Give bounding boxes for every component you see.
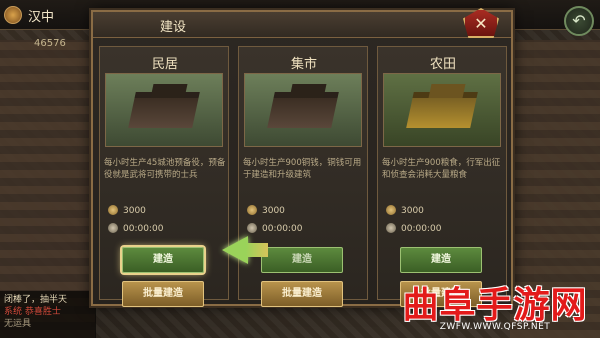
chat-line-system: 系统 恭喜胜士 (4, 307, 61, 317)
time-value: 00:00:00 (262, 224, 303, 234)
card-residence: 民居 每小时生产45城池预备役，预备役就是武将可携带的士兵 3000 00:00… (99, 46, 229, 307)
dialog-header: 建设 (93, 12, 511, 38)
coin-icon (108, 205, 118, 215)
card-farmland: 农田 每小时生产900粮食，行军出征和侦查会消耗大量粮食 3000 00:00:… (377, 46, 507, 307)
farmland-image (383, 73, 501, 147)
time-row: 00:00:00 (386, 223, 441, 234)
card-description: 每小时生产900粮食，行军出征和侦查会消耗大量粮食 (382, 158, 501, 180)
building-cards: 民居 每小时生产45城池预备役，预备役就是武将可携带的士兵 3000 00:00… (99, 46, 507, 307)
chat-panel[interactable]: 闭棒了，抽半天 系统 恭喜胜士 无运具 (0, 291, 96, 338)
city-icon[interactable] (4, 6, 22, 24)
chat-line: 闭棒了，抽半天 (4, 295, 68, 305)
card-description: 每小时生产45城池预备役，预备役就是武将可携带的士兵 (104, 158, 226, 180)
market-image (244, 73, 362, 147)
cost-value: 3000 (401, 206, 424, 216)
watermark-url: ZWFW.WWW.QFSP.NET (439, 322, 551, 332)
coin-icon (247, 205, 257, 215)
batch-build-button[interactable]: 批量建造 (122, 281, 204, 307)
card-title: 民居 (151, 57, 178, 72)
roof-shape (150, 84, 188, 98)
time-value: 00:00:00 (401, 224, 442, 234)
build-button[interactable]: 建造 (400, 247, 482, 273)
chat-line: 无运具 (4, 319, 32, 329)
clock-icon (247, 223, 257, 233)
coin-icon (386, 205, 396, 215)
time-row: 00:00:00 (247, 223, 302, 234)
cost-value: 3000 (123, 206, 146, 216)
card-market: 集市 每小时生产900铜钱，铜钱可用于建造和升级建筑 3000 00:00:00… (238, 46, 368, 307)
build-dialog: 建设 ✕ 民居 每小时生产45城池预备役，预备役就是武将可携带的士兵 3000 … (91, 8, 513, 307)
cost-value: 3000 (262, 206, 285, 216)
clock-icon (386, 223, 396, 233)
build-button[interactable]: 建造 (122, 247, 204, 273)
roof-shape (289, 84, 327, 98)
cost-row: 3000 (108, 205, 146, 216)
tutorial-arrow-icon (222, 236, 248, 264)
hut-shape (428, 84, 466, 98)
back-arrow-button[interactable]: ↶ (564, 6, 594, 36)
time-value: 00:00:00 (123, 224, 164, 234)
power-value: 46576 (34, 38, 66, 49)
watermark: 曲阜手游网 ZWFW.WWW.QFSP.NET (392, 276, 598, 336)
cost-row: 3000 (386, 205, 424, 216)
time-row: 00:00:00 (108, 223, 163, 234)
cost-row: 3000 (247, 205, 285, 216)
card-title: 集市 (290, 57, 317, 72)
watermark-title: 曲阜手游网 (402, 285, 588, 326)
batch-build-button[interactable]: 批量建造 (261, 281, 343, 307)
residence-image (105, 73, 223, 147)
close-icon: ✕ (474, 14, 488, 33)
clock-icon (108, 223, 118, 233)
tutorial-arrow-tail (246, 243, 268, 257)
build-button[interactable]: 建造 (261, 247, 343, 273)
card-description: 每小时生产900铜钱，铜钱可用于建造和升级建筑 (243, 158, 362, 180)
back-arrow-icon: ↶ (572, 11, 586, 30)
card-title: 农田 (429, 57, 456, 72)
dialog-title: 建设 (159, 20, 186, 35)
city-name: 汉中 (28, 10, 55, 25)
